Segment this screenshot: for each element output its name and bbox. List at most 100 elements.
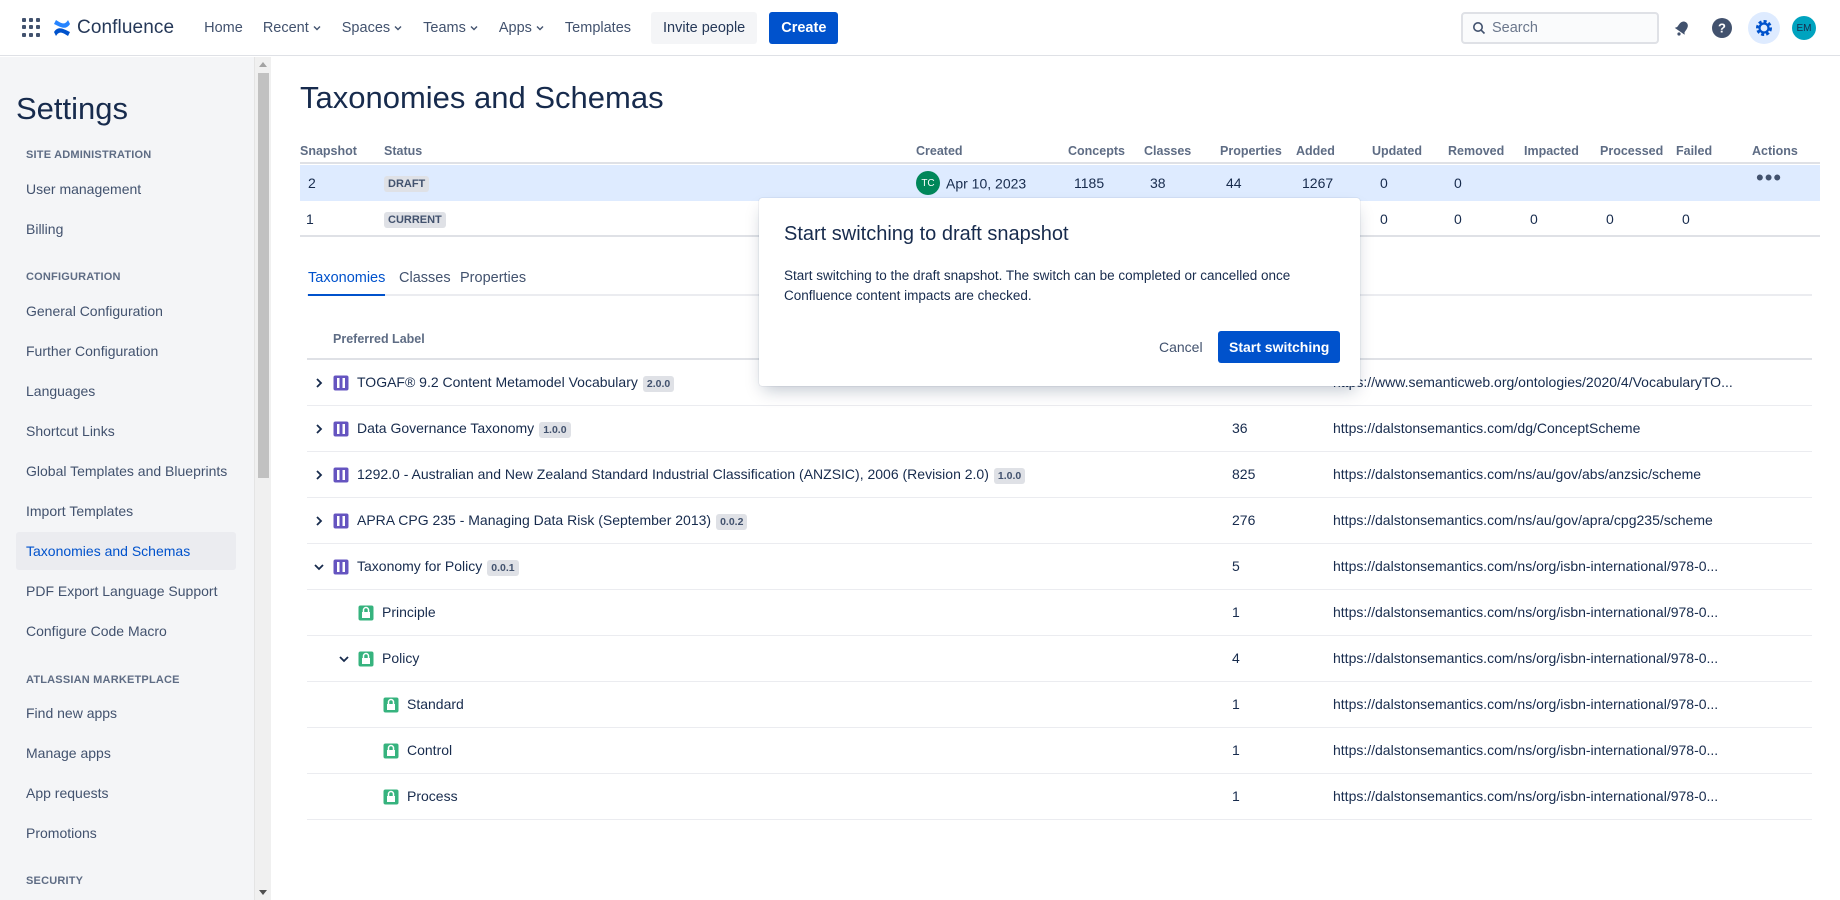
- more-actions-icon[interactable]: •••: [1756, 167, 1782, 189]
- scroll-down-arrow-icon[interactable]: [259, 890, 267, 895]
- create-button[interactable]: Create: [769, 11, 839, 44]
- col-preferred-label: Preferred Label: [333, 332, 425, 346]
- col-updated: Updated: [1372, 144, 1422, 158]
- nav-teams[interactable]: Teams: [413, 12, 489, 44]
- sidebar-title: Settings: [16, 91, 129, 126]
- search-input[interactable]: [1492, 20, 1642, 36]
- processed-value: 0: [1606, 211, 1614, 227]
- concept-icon: [383, 697, 399, 713]
- section-atlassian-marketplace: ATLASSIAN MARKETPLACE: [26, 674, 180, 686]
- chevron-right-icon[interactable]: [313, 469, 325, 481]
- chevron-right-icon[interactable]: [313, 515, 325, 527]
- nav-recent[interactable]: Recent: [253, 12, 332, 44]
- concept-count: 5: [1232, 558, 1240, 574]
- sidebar-item-taxonomies-and-schemas[interactable]: Taxonomies and Schemas: [16, 532, 236, 570]
- sidebar-item-configure-code-macro[interactable]: Configure Code Macro: [16, 612, 236, 650]
- nav-spaces[interactable]: Spaces: [332, 12, 413, 44]
- concept-count: 1: [1232, 788, 1240, 804]
- sidebar-item-pdf-export-language[interactable]: PDF Export Language Support: [16, 572, 236, 610]
- added-value: 1267: [1302, 175, 1334, 191]
- section-configuration: CONFIGURATION: [26, 271, 121, 283]
- search-icon: [1473, 22, 1486, 35]
- created-cell: TC Apr 10, 2023: [916, 171, 1027, 195]
- snapshot-number: 2: [308, 175, 316, 191]
- concept-count: 276: [1232, 512, 1256, 528]
- removed-value: 0: [1454, 175, 1462, 191]
- section-security: SECURITY: [26, 875, 84, 887]
- taxonomy-icon: [333, 559, 349, 575]
- tab-properties[interactable]: Properties: [460, 270, 526, 296]
- taxonomy-row[interactable]: 1292.0 - Australian and New Zealand Stan…: [307, 452, 1812, 498]
- concept-row[interactable]: Principle 1 https://dalstonsemantics.com…: [307, 590, 1812, 636]
- confluence-logo[interactable]: Confluence: [52, 17, 174, 39]
- nav-apps[interactable]: Apps: [489, 12, 555, 44]
- chevron-right-icon[interactable]: [313, 423, 325, 435]
- concept-row[interactable]: Process 1 https://dalstonsemantics.com/n…: [307, 774, 1812, 820]
- search-box[interactable]: [1461, 12, 1659, 44]
- status-badge: CURRENT: [384, 212, 446, 228]
- tab-classes[interactable]: Classes: [399, 270, 451, 296]
- invite-people-button[interactable]: Invite people: [651, 11, 758, 44]
- sidebar-item-find-new-apps[interactable]: Find new apps: [16, 694, 236, 732]
- snapshot-number: 1: [306, 211, 314, 227]
- snapshot-row-draft[interactable]: 2 DRAFT TC Apr 10, 2023 1185 38 44 1267 0…: [300, 165, 1820, 201]
- sidebar-item-further-configuration[interactable]: Further Configuration: [16, 332, 236, 370]
- chevron-down-icon: [536, 25, 544, 30]
- col-actions: Actions: [1752, 144, 1798, 158]
- concept-row[interactable]: Standard 1 https://dalstonsemantics.com/…: [307, 682, 1812, 728]
- col-status: Status: [384, 144, 423, 158]
- nav-templates-label: Templates: [564, 19, 632, 36]
- concept-icon: [358, 651, 374, 667]
- concept-icon: [383, 743, 399, 759]
- chevron-down-icon[interactable]: [313, 561, 325, 573]
- nav-home[interactable]: Home: [194, 12, 253, 44]
- concept-row[interactable]: Policy 4 https://dalstonsemantics.com/ns…: [307, 636, 1812, 682]
- sidebar-item-billing[interactable]: Billing: [16, 210, 236, 248]
- scroll-up-arrow-icon[interactable]: [259, 62, 267, 67]
- sidebar-item-manage-apps[interactable]: Manage apps: [16, 734, 236, 772]
- concept-count: 1: [1232, 604, 1240, 620]
- col-added: Added: [1296, 144, 1335, 158]
- tab-taxonomies[interactable]: Taxonomies: [308, 270, 386, 296]
- concept-count: 825: [1232, 466, 1256, 482]
- svg-text:?: ?: [1718, 21, 1726, 36]
- nav-templates[interactable]: Templates: [555, 12, 641, 44]
- sidebar-item-shortcut-links[interactable]: Shortcut Links: [16, 412, 236, 450]
- sidebar-item-import-templates[interactable]: Import Templates: [16, 492, 236, 530]
- sidebar-scrollbar[interactable]: [254, 57, 271, 900]
- updated-value: 0: [1380, 175, 1388, 191]
- taxonomy-row[interactable]: Taxonomy for Policy 0.0.1 5 https://dalst…: [307, 544, 1812, 590]
- created-date: Apr 10, 2023: [946, 175, 1027, 192]
- nav-teams-label: Teams: [423, 19, 466, 36]
- app-switcher-icon[interactable]: [22, 17, 42, 38]
- sidebar-item-languages[interactable]: Languages: [16, 372, 236, 410]
- sidebar-item-user-management[interactable]: User management: [16, 170, 236, 208]
- start-switching-button[interactable]: Start switching: [1218, 331, 1341, 363]
- taxonomy-row[interactable]: Data Governance Taxonomy 1.0.0 36 https:/…: [307, 406, 1812, 452]
- scrollbar-thumb[interactable]: [258, 73, 269, 478]
- nav-spaces-label: Spaces: [341, 19, 391, 36]
- taxonomy-uri: https://dalstonsemantics.com/ns/au/gov/a…: [1333, 466, 1702, 482]
- user-avatar[interactable]: EM: [1792, 16, 1816, 40]
- version-badge: 1.0.0: [993, 468, 1026, 484]
- sidebar-item-promotions[interactable]: Promotions: [16, 814, 236, 852]
- chevron-down-icon: [313, 25, 321, 30]
- sidebar-item-app-requests[interactable]: App requests: [16, 774, 236, 812]
- chevron-down-icon[interactable]: [338, 653, 350, 665]
- cancel-button[interactable]: Cancel: [1149, 331, 1213, 363]
- taxonomy-row[interactable]: APRA CPG 235 - Managing Data Risk (Septe…: [307, 498, 1812, 544]
- concept-uri: https://dalstonsemantics.com/ns/org/isbn…: [1333, 650, 1719, 666]
- concept-count: 1: [1232, 742, 1240, 758]
- concept-row[interactable]: Control 1 https://dalstonsemantics.com/n…: [307, 728, 1812, 774]
- notifications-icon[interactable]: [1668, 14, 1696, 42]
- settings-gear-icon[interactable]: [1748, 12, 1780, 44]
- help-icon[interactable]: ?: [1708, 14, 1736, 42]
- sidebar-item-global-templates[interactable]: Global Templates and Blueprints: [16, 452, 236, 490]
- status-badge: DRAFT: [384, 176, 430, 192]
- concept-uri: https://dalstonsemantics.com/ns/org/isbn…: [1333, 788, 1719, 804]
- col-processed: Processed: [1600, 144, 1664, 158]
- taxonomy-name: TOGAF® 9.2 Content Metamodel Vocabulary: [357, 374, 638, 390]
- taxonomy-name: Data Governance Taxonomy: [357, 420, 535, 436]
- sidebar-item-general-configuration[interactable]: General Configuration: [16, 292, 236, 330]
- chevron-right-icon[interactable]: [313, 377, 325, 389]
